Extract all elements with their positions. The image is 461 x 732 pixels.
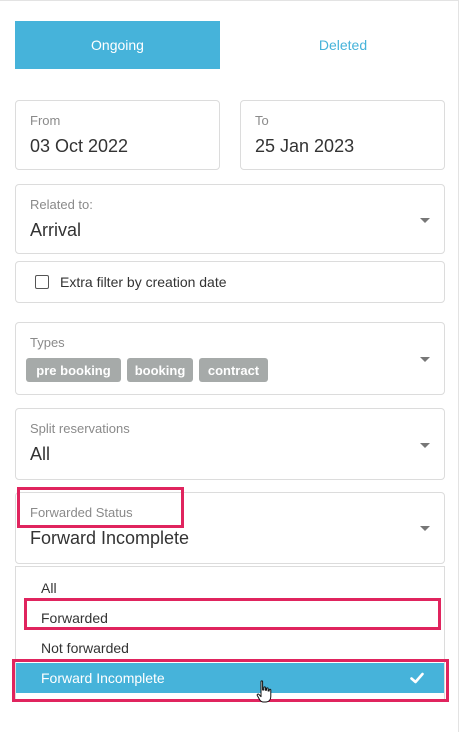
dropdown-option-all[interactable]: All bbox=[16, 573, 444, 603]
type-chip: booking bbox=[127, 358, 193, 382]
chevron-down-icon bbox=[420, 357, 430, 362]
from-date-label: From bbox=[30, 113, 61, 128]
chevron-down-icon bbox=[420, 526, 430, 531]
split-reservations-value: All bbox=[30, 444, 51, 464]
chevron-down-icon bbox=[420, 443, 430, 448]
dropdown-option-not-forwarded[interactable]: Not forwarded bbox=[16, 633, 444, 663]
chevron-down-icon bbox=[420, 218, 430, 223]
split-reservations-select[interactable]: Split reservations All bbox=[15, 408, 445, 480]
extra-filter-label: Extra filter by creation date bbox=[60, 274, 227, 290]
hand-pointer-icon bbox=[256, 680, 272, 703]
type-chip: pre booking bbox=[26, 358, 121, 382]
right-divider bbox=[458, 0, 459, 732]
to-date-field[interactable]: To 25 Jan 2023 bbox=[240, 100, 445, 170]
dropdown-option-forward-incomplete[interactable]: Forward Incomplete bbox=[16, 663, 444, 693]
top-divider bbox=[0, 0, 458, 1]
from-date-field[interactable]: From 03 Oct 2022 bbox=[15, 100, 220, 170]
tab-deleted[interactable]: Deleted bbox=[241, 21, 445, 69]
extra-filter-row[interactable]: Extra filter by creation date bbox=[15, 261, 445, 303]
from-date-value: 03 Oct 2022 bbox=[30, 136, 129, 156]
to-date-value: 25 Jan 2023 bbox=[255, 136, 355, 156]
extra-filter-checkbox[interactable] bbox=[35, 275, 49, 289]
forwarded-status-label: Forwarded Status bbox=[30, 505, 133, 520]
dropdown-option-label: Forward Incomplete bbox=[41, 670, 165, 686]
forwarded-status-dropdown: All Forwarded Not forwarded Forward Inco… bbox=[15, 566, 445, 700]
tab-ongoing[interactable]: Ongoing bbox=[15, 21, 220, 69]
types-label: Types bbox=[30, 335, 65, 350]
dropdown-option-forwarded[interactable]: Forwarded bbox=[16, 603, 444, 633]
types-select[interactable]: Types pre booking booking contract bbox=[15, 322, 445, 395]
checkmark-icon bbox=[410, 672, 424, 684]
related-to-value: Arrival bbox=[30, 220, 82, 240]
forwarded-status-value: Forward Incomplete bbox=[30, 528, 190, 548]
related-to-label: Related to: bbox=[30, 197, 93, 212]
related-to-select[interactable]: Related to: Arrival bbox=[15, 184, 445, 254]
split-reservations-label: Split reservations bbox=[30, 421, 130, 436]
to-date-label: To bbox=[255, 113, 269, 128]
forwarded-status-select[interactable]: Forwarded Status Forward Incomplete bbox=[15, 492, 445, 564]
type-chip: contract bbox=[199, 358, 268, 382]
